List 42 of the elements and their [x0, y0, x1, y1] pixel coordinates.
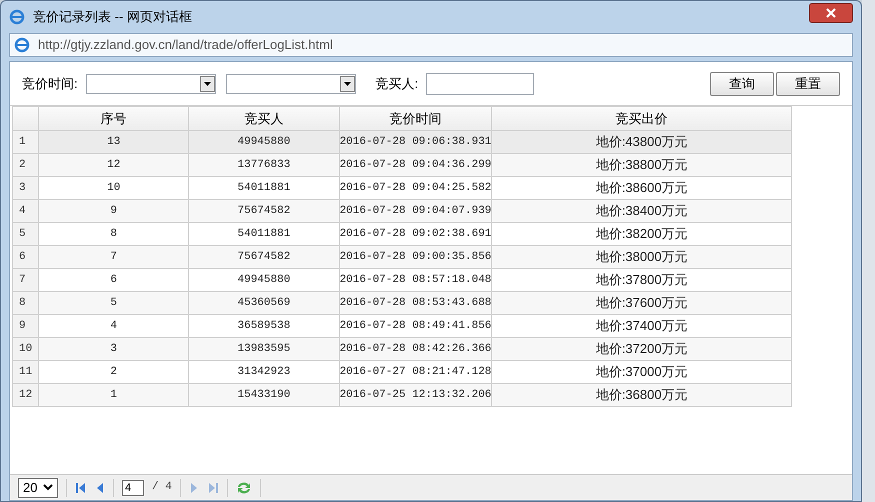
buyer-input[interactable]: [426, 72, 534, 94]
column-header: 序号: [38, 106, 189, 130]
column-header: 竞买出价: [492, 106, 792, 130]
table-cell: 地价:36800万元: [492, 384, 792, 406]
row-number: 7: [12, 268, 39, 292]
filter-label: 竞买人:: [376, 74, 418, 93]
window-title: 竞价记录列表 -- 网页对话框: [33, 8, 192, 26]
row-number: 6: [12, 246, 39, 268]
next-page-icon[interactable]: [188, 482, 199, 494]
row-number: 8: [12, 292, 39, 314]
column-header: 竞买人: [188, 106, 340, 130]
filter-button[interactable]: 重置: [776, 72, 840, 96]
previous-page-icon[interactable]: [95, 482, 105, 494]
last-page-icon[interactable]: [206, 482, 219, 494]
filter-button[interactable]: 查询: [710, 72, 774, 96]
close-icon: [826, 8, 836, 18]
page-total: / 4: [152, 480, 172, 496]
end-time-select[interactable]: [226, 74, 356, 94]
page-number-input[interactable]: 4: [122, 480, 144, 496]
row-number: 12: [12, 384, 39, 406]
row-number: 1: [12, 130, 39, 154]
row-number: 5: [12, 222, 39, 246]
row-number: 9: [12, 314, 39, 338]
row-number: 2: [12, 154, 39, 176]
close-button[interactable]: [809, 3, 853, 23]
browser-icon: [14, 37, 30, 53]
row-number: 4: [12, 200, 39, 222]
page-size-select[interactable]: 20: [18, 478, 58, 498]
row-number: 3: [12, 176, 39, 200]
filter-label: 竞价时间:: [22, 74, 78, 93]
refresh-icon[interactable]: [236, 480, 252, 494]
page-url: http://gtjy.zzland.gov.cn/land/trade/offerLogList.html: [38, 36, 333, 54]
start-time-select[interactable]: [86, 74, 216, 94]
row-number: 10: [12, 338, 39, 360]
table-cell: 2016-07-25 12:13:32.206: [339, 384, 492, 406]
browser-icon: [9, 9, 25, 25]
table-cell: 1: [38, 384, 189, 406]
first-page-icon[interactable]: [75, 482, 87, 494]
row-number: 11: [12, 360, 39, 384]
chevron-down-icon: [43, 484, 53, 491]
column-header: 竞价时间: [339, 106, 492, 130]
table-cell: 15433190: [188, 384, 340, 406]
